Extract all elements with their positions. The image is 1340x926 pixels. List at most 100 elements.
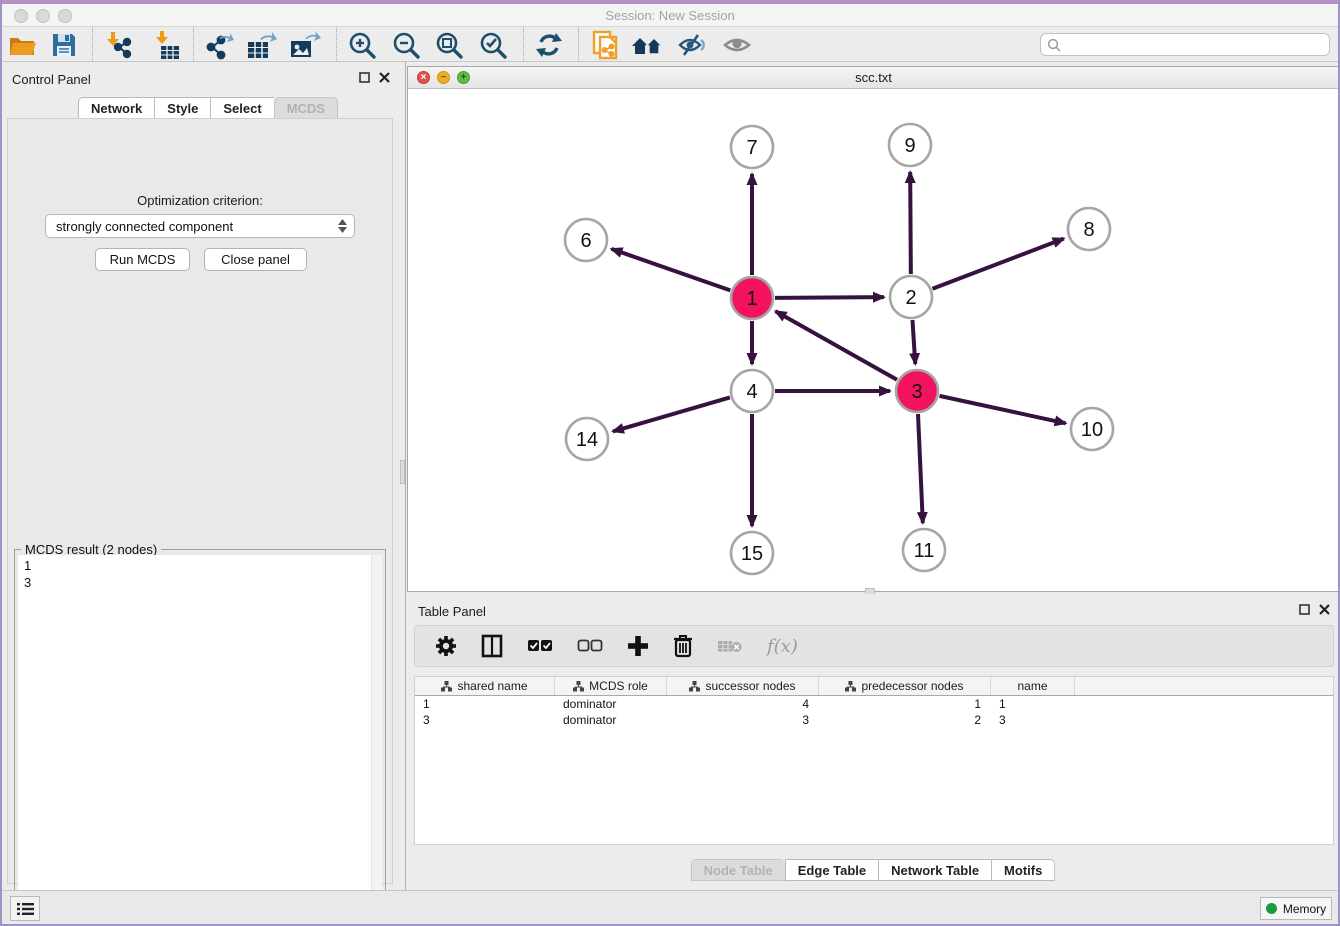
window-border-left xyxy=(0,0,2,926)
splitter-grip[interactable] xyxy=(400,460,405,484)
tab-edge-table[interactable]: Edge Table xyxy=(785,859,878,881)
table-row[interactable]: 3 dominator 3 2 3 xyxy=(415,712,1333,728)
column-header-predecessor-nodes[interactable]: predecessor nodes xyxy=(819,677,991,695)
cell-mcds-role[interactable]: dominator xyxy=(555,696,667,712)
memory-button[interactable]: Memory xyxy=(1260,897,1332,920)
add-icon xyxy=(627,635,649,657)
cell-filler xyxy=(1075,696,1333,712)
float-panel-icon[interactable] xyxy=(1299,604,1310,615)
column-header-shared-name[interactable]: shared name xyxy=(415,677,555,695)
refresh-icon xyxy=(534,30,564,60)
cell-shared-name[interactable]: 1 xyxy=(415,696,555,712)
column-header-name[interactable]: name xyxy=(991,677,1075,695)
network-window-titlebar[interactable]: × − + scc.txt xyxy=(408,67,1339,89)
cell-predecessor-nodes[interactable]: 1 xyxy=(819,696,991,712)
close-panel-icon[interactable] xyxy=(1319,604,1330,615)
show-eye-icon xyxy=(721,31,753,59)
tab-motifs[interactable]: Motifs xyxy=(991,859,1055,881)
cell-predecessor-nodes[interactable]: 2 xyxy=(819,712,991,728)
node-label-11: 11 xyxy=(914,540,935,562)
edge-1-2[interactable] xyxy=(775,297,884,298)
deselect-all-button[interactable] xyxy=(577,639,603,653)
edge-3-1[interactable] xyxy=(776,311,897,379)
result-scrollbar[interactable] xyxy=(371,555,382,921)
table-row[interactable]: 1 dominator 4 1 1 xyxy=(415,696,1333,712)
import-network-button[interactable] xyxy=(99,29,135,60)
tab-network[interactable]: Network xyxy=(78,97,154,119)
node-label-4: 4 xyxy=(746,381,757,403)
zoom-fit-icon xyxy=(434,30,464,60)
table-toolbar: f(x) xyxy=(414,625,1334,667)
cell-successor-nodes[interactable]: 4 xyxy=(667,696,819,712)
save-session-button[interactable] xyxy=(46,29,82,60)
zoom-out-button[interactable] xyxy=(388,29,424,60)
mcds-panel: Optimization criterion: strongly connect… xyxy=(7,118,393,884)
close-panel-button[interactable]: Close panel xyxy=(204,248,307,271)
export-network-icon xyxy=(204,30,234,60)
cell-name[interactable]: 1 xyxy=(991,696,1075,712)
show-columns-button[interactable] xyxy=(481,634,503,658)
hide-graphics-button[interactable] xyxy=(674,29,710,60)
tab-style[interactable]: Style xyxy=(154,97,210,119)
column-header-successor-nodes[interactable]: successor nodes xyxy=(667,677,819,695)
search-field[interactable] xyxy=(1040,33,1330,56)
import-network-icon xyxy=(102,30,132,60)
table-panel-title: Table Panel xyxy=(418,604,486,619)
tab-select[interactable]: Select xyxy=(210,97,273,119)
column-header-mcds-role[interactable]: MCDS role xyxy=(555,677,667,695)
edge-4-14[interactable] xyxy=(613,397,730,431)
export-table-button[interactable] xyxy=(244,29,280,60)
cell-successor-nodes[interactable]: 3 xyxy=(667,712,819,728)
control-panel-header: Control Panel xyxy=(0,68,400,92)
import-table-button[interactable] xyxy=(148,29,184,60)
search-input[interactable] xyxy=(1065,38,1329,52)
tab-node-table[interactable]: Node Table xyxy=(691,859,785,881)
cell-mcds-role[interactable]: dominator xyxy=(555,712,667,728)
optimization-label: Optimization criterion: xyxy=(8,193,392,208)
copy-documents-icon xyxy=(590,29,620,61)
toolbar-separator xyxy=(92,27,93,62)
cell-shared-name[interactable]: 3 xyxy=(415,712,555,728)
run-mcds-button[interactable]: Run MCDS xyxy=(95,248,190,271)
close-panel-icon[interactable] xyxy=(379,72,390,83)
task-history-button[interactable] xyxy=(10,896,40,921)
home-views-button[interactable] xyxy=(630,29,666,60)
network-graph-canvas[interactable]: 7968124314101511 xyxy=(408,89,1339,591)
open-session-button[interactable] xyxy=(4,29,40,60)
function-icon: f(x) xyxy=(767,636,798,657)
toolbar-separator xyxy=(193,27,194,62)
mcds-result-fieldset: MCDS result (2 nodes) 1 3 xyxy=(14,549,386,925)
export-image-button[interactable] xyxy=(287,29,323,60)
edge-2-8[interactable] xyxy=(932,239,1063,289)
zoom-fit-button[interactable] xyxy=(431,29,467,60)
select-all-button[interactable] xyxy=(527,639,553,653)
float-panel-icon[interactable] xyxy=(359,72,370,83)
export-network-button[interactable] xyxy=(201,29,237,60)
table-settings-button[interactable] xyxy=(435,635,457,657)
edge-3-10[interactable] xyxy=(939,396,1065,423)
node-label-1: 1 xyxy=(746,288,757,310)
cell-name[interactable]: 3 xyxy=(991,712,1075,728)
node-table: shared name MCDS role successor nodes pr… xyxy=(414,676,1334,845)
zoom-in-button[interactable] xyxy=(344,29,380,60)
zoom-selected-icon xyxy=(478,30,508,60)
zoom-selected-button[interactable] xyxy=(475,29,511,60)
show-graphics-button[interactable] xyxy=(719,29,755,60)
select-stepper-icon xyxy=(338,219,347,233)
edge-1-6[interactable] xyxy=(611,249,730,291)
refresh-button[interactable] xyxy=(531,29,567,60)
edge-3-11[interactable] xyxy=(918,414,923,523)
tab-network-table[interactable]: Network Table xyxy=(878,859,991,881)
create-column-button[interactable] xyxy=(627,635,649,657)
node-label-10: 10 xyxy=(1081,419,1103,441)
tab-mcds[interactable]: MCDS xyxy=(274,97,338,119)
clone-network-button[interactable] xyxy=(587,29,623,60)
import-table-icon xyxy=(151,30,181,60)
edge-2-9[interactable] xyxy=(910,172,911,274)
node-label-7: 7 xyxy=(746,137,757,159)
mcds-result-text[interactable]: 1 3 xyxy=(18,555,371,921)
edge-2-3[interactable] xyxy=(912,320,915,364)
optimization-select[interactable]: strongly connected component xyxy=(45,214,355,238)
delete-column-button[interactable] xyxy=(673,634,693,658)
table-panel-header: Table Panel xyxy=(406,600,1340,624)
